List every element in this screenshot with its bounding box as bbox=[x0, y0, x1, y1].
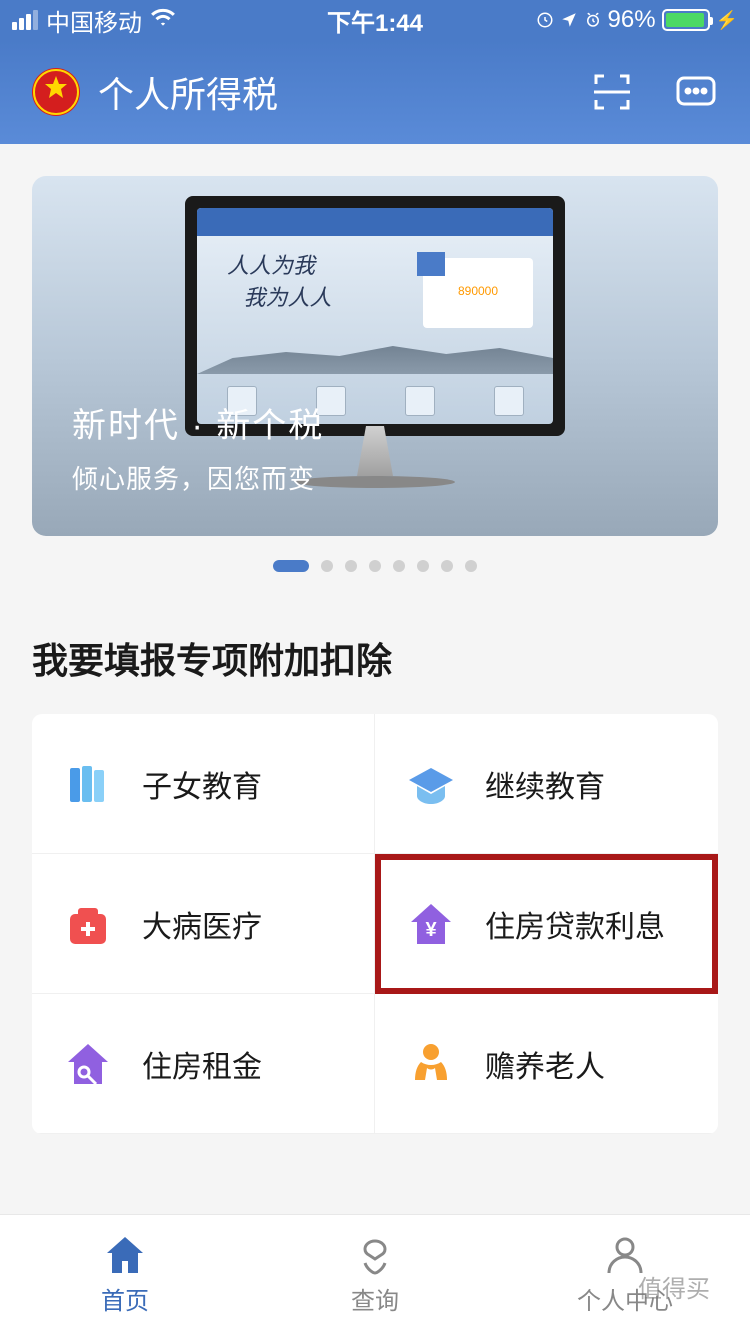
profile-icon bbox=[603, 1233, 647, 1277]
carrier-label: 中国移动 bbox=[46, 3, 142, 38]
house-rent-icon bbox=[62, 1038, 114, 1090]
tab-label: 首页 bbox=[101, 1281, 149, 1316]
carousel-dot[interactable] bbox=[465, 560, 477, 572]
message-icon[interactable] bbox=[672, 68, 720, 116]
graduation-icon bbox=[405, 758, 457, 810]
carousel-dots[interactable] bbox=[0, 560, 750, 572]
medical-icon bbox=[62, 898, 114, 950]
wifi-icon bbox=[150, 4, 176, 37]
tile-label: 赡养老人 bbox=[485, 1042, 605, 1086]
svg-text:¥: ¥ bbox=[425, 919, 437, 941]
app-logo bbox=[30, 66, 82, 118]
lock-icon bbox=[536, 11, 554, 29]
header-actions bbox=[588, 68, 720, 116]
carousel-dot[interactable] bbox=[441, 560, 453, 572]
carousel-dot[interactable] bbox=[369, 560, 381, 572]
clock-label: 下午1:44 bbox=[254, 3, 496, 38]
tile-continuing-education[interactable]: 继续教育 bbox=[375, 714, 718, 854]
section-title: 我要填报专项附加扣除 bbox=[32, 632, 718, 684]
tile-medical[interactable]: 大病医疗 bbox=[32, 854, 375, 994]
tab-bar: 首页 查询 个人中心 bbox=[0, 1214, 750, 1334]
carousel-dot[interactable] bbox=[393, 560, 405, 572]
banner-carousel[interactable]: 人人为我 我为人人 890000 新时代 · 新个税 倾心服务，因您而变 bbox=[32, 176, 718, 536]
tab-inquiry[interactable]: 查询 bbox=[250, 1215, 500, 1334]
tab-label: 查询 bbox=[351, 1281, 399, 1316]
tile-housing-loan[interactable]: ¥ 住房贷款利息 bbox=[375, 854, 718, 994]
deduction-grid: 子女教育 继续教育 大病医疗 ¥ 住房贷款利息 住房租金 赡养老人 bbox=[32, 714, 718, 1134]
tile-label: 住房租金 bbox=[142, 1042, 262, 1086]
alarm-icon bbox=[584, 11, 602, 29]
house-loan-icon: ¥ bbox=[405, 898, 457, 950]
signal-icon bbox=[12, 10, 38, 30]
inquiry-icon bbox=[353, 1233, 397, 1277]
status-bar: 中国移动 下午1:44 96% ⚡ bbox=[0, 0, 750, 40]
banner-title: 新时代 · 新个税 bbox=[72, 398, 324, 447]
status-left: 中国移动 bbox=[12, 3, 254, 38]
status-right: 96% ⚡ bbox=[496, 6, 738, 34]
tile-elderly-care[interactable]: 赡养老人 bbox=[375, 994, 718, 1134]
tab-home[interactable]: 首页 bbox=[0, 1215, 250, 1334]
tab-profile[interactable]: 个人中心 bbox=[500, 1215, 750, 1334]
elderly-icon bbox=[405, 1038, 457, 1090]
carousel-dot[interactable] bbox=[345, 560, 357, 572]
banner-calligraphy: 人人为我 我为人人 bbox=[227, 248, 332, 312]
carousel-dot[interactable] bbox=[321, 560, 333, 572]
battery-label: 96% bbox=[608, 6, 656, 34]
tile-children-education[interactable]: 子女教育 bbox=[32, 714, 375, 854]
charging-icon: ⚡ bbox=[716, 10, 738, 31]
home-icon bbox=[103, 1233, 147, 1277]
scan-icon[interactable] bbox=[588, 68, 636, 116]
books-icon bbox=[62, 758, 114, 810]
tile-housing-rent[interactable]: 住房租金 bbox=[32, 994, 375, 1134]
carousel-dot[interactable] bbox=[417, 560, 429, 572]
banner-subtitle: 倾心服务，因您而变 bbox=[72, 459, 324, 496]
tile-label: 继续教育 bbox=[485, 762, 605, 806]
tile-label: 子女教育 bbox=[142, 762, 262, 806]
location-icon bbox=[560, 11, 578, 29]
tile-label: 大病医疗 bbox=[142, 902, 262, 946]
tab-label: 个人中心 bbox=[577, 1281, 673, 1316]
app-title: 个人所得税 bbox=[98, 66, 588, 118]
app-header: 个人所得税 bbox=[0, 40, 750, 144]
carousel-dot[interactable] bbox=[273, 560, 309, 572]
tile-label: 住房贷款利息 bbox=[485, 902, 665, 946]
battery-icon bbox=[662, 9, 710, 31]
